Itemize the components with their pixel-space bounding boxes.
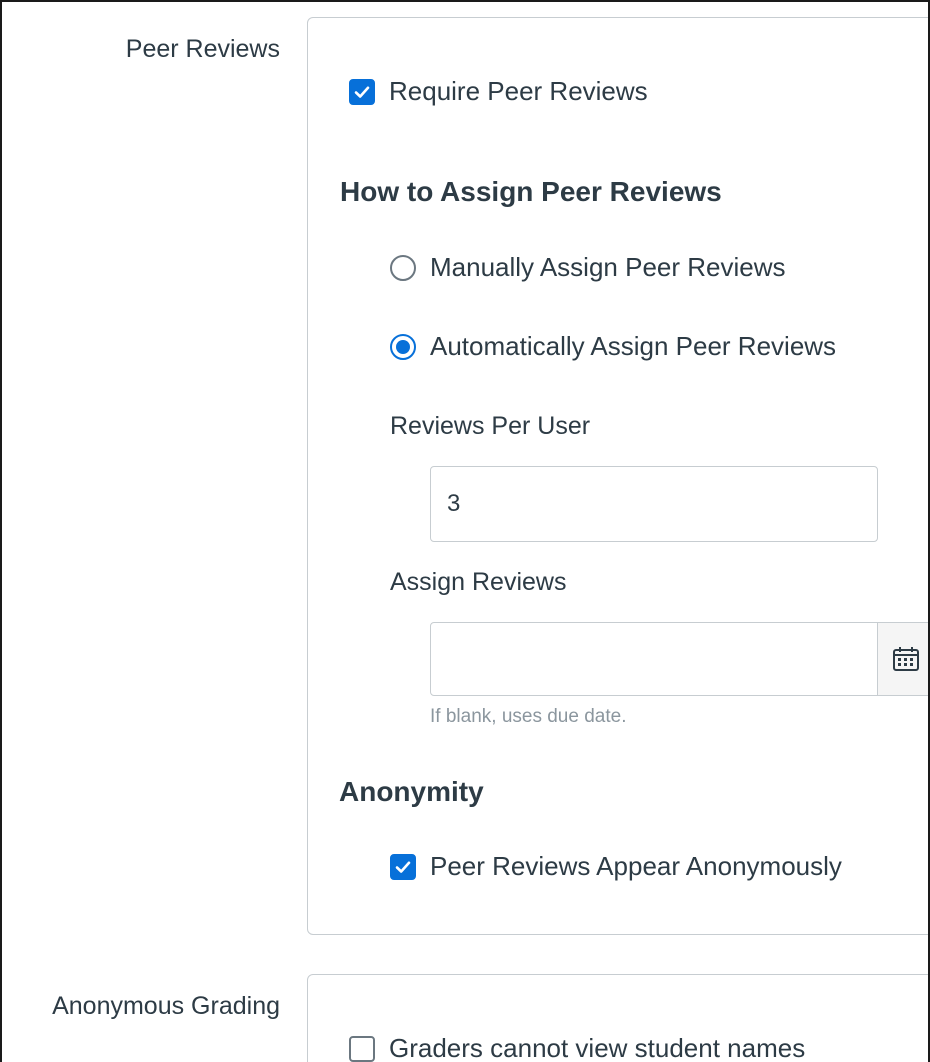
anonymity-heading: Anonymity [339, 776, 484, 807]
anonymous-reviews-checkbox-row[interactable]: Peer Reviews Appear Anonymously [390, 851, 842, 882]
assign-reviews-date-input[interactable] [430, 622, 878, 696]
anonymous-reviews-checkbox[interactable] [390, 853, 416, 880]
manual-assign-radio-row[interactable]: Manually Assign Peer Reviews [390, 252, 786, 283]
peer-reviews-panel: Require Peer Reviews How to Assign Peer … [307, 17, 928, 935]
reviews-per-user-input[interactable] [430, 466, 878, 542]
auto-assign-radio-row[interactable]: Automatically Assign Peer Reviews [390, 331, 836, 362]
anonymous-reviews-label: Peer Reviews Appear Anonymously [430, 851, 842, 881]
auto-assign-label: Automatically Assign Peer Reviews [430, 331, 837, 361]
how-to-assign-heading: How to Assign Peer Reviews [340, 176, 722, 207]
assignment-settings-page: Peer Reviews Require Peer Reviews How to… [0, 0, 930, 1062]
reviews-per-user-label: Reviews Per User [390, 412, 591, 440]
radio-selected-dot [396, 339, 410, 354]
peer-reviews-row-label: Peer Reviews [125, 35, 280, 63]
manual-assign-label: Manually Assign Peer Reviews [430, 252, 786, 282]
require-peer-reviews-checkbox[interactable] [349, 78, 375, 105]
auto-assign-radio[interactable] [390, 333, 416, 360]
manual-assign-radio[interactable] [390, 254, 416, 281]
checkmark-icon [354, 86, 370, 98]
assign-reviews-label: Assign Reviews [390, 568, 567, 596]
checkmark-icon [395, 861, 411, 873]
assign-reviews-hint: If blank, uses due date. [430, 706, 627, 727]
graders-cannot-view-checkbox-row[interactable]: Graders cannot view student names [349, 1033, 805, 1062]
anonymous-grading-row-label: Anonymous Grading [52, 992, 280, 1020]
require-peer-reviews-label: Require Peer Reviews [389, 76, 648, 106]
date-picker-button[interactable] [877, 622, 928, 696]
graders-cannot-view-checkbox[interactable] [349, 1035, 375, 1062]
anonymous-grading-panel: Graders cannot view student names [307, 974, 928, 1062]
require-peer-reviews-checkbox-row[interactable]: Require Peer Reviews [349, 76, 648, 107]
calendar-icon [893, 647, 919, 671]
graders-cannot-view-label: Graders cannot view student names [389, 1033, 806, 1062]
